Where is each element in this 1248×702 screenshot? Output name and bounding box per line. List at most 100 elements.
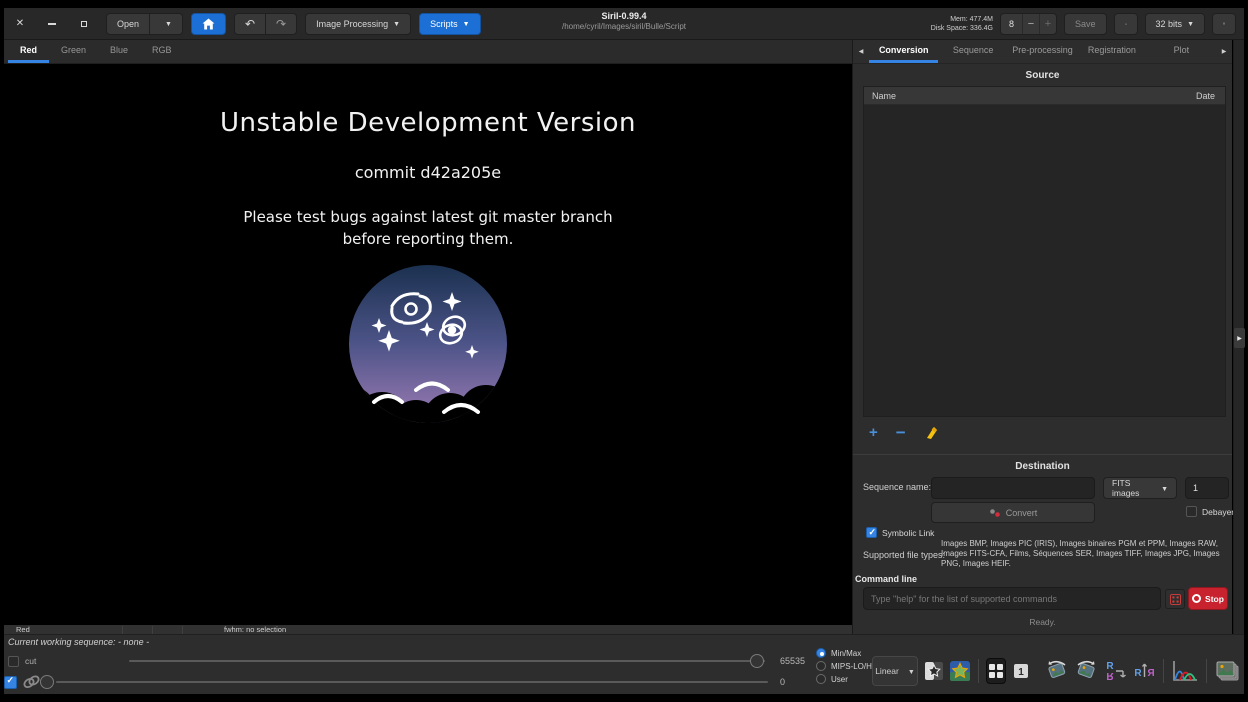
stop-button[interactable]: Stop <box>1188 587 1228 610</box>
menu-button[interactable] <box>1212 13 1236 35</box>
stop-circle-icon <box>1192 594 1201 603</box>
link-channels-icon[interactable] <box>22 674 41 690</box>
rotate-left-button[interactable] <box>1045 658 1069 684</box>
command-list-button[interactable] <box>1165 589 1185 609</box>
redo-button[interactable]: ↷ <box>266 13 297 35</box>
high-slider-handle[interactable] <box>750 654 764 668</box>
remove-files-button[interactable]: − <box>896 425 906 441</box>
flip-horizontal-button[interactable]: R R <box>1132 658 1156 684</box>
tab-blue[interactable]: Blue <box>98 40 140 63</box>
tab-green[interactable]: Green <box>49 40 98 63</box>
header-right-group: Mem: 477.4M Disk Space: 336.4G 8 − + Sav… <box>931 13 1236 35</box>
rotate-right-button[interactable] <box>1074 658 1098 684</box>
rotate-left-icon <box>1045 659 1069 683</box>
save-as-button[interactable] <box>1114 13 1138 35</box>
debayer-checkbox[interactable] <box>1186 506 1197 517</box>
radio-user-row[interactable]: User <box>816 674 848 684</box>
svg-text:1: 1 <box>1018 667 1024 678</box>
low-slider-track[interactable] <box>56 681 768 683</box>
column-date[interactable]: Date <box>1196 91 1225 101</box>
symbolic-link-checkbox[interactable] <box>866 527 877 538</box>
command-line-title: Command line <box>855 574 917 584</box>
source-list-actions: + − <box>869 423 940 443</box>
threads-decrement-button[interactable]: − <box>1022 14 1039 34</box>
radio-mips-row[interactable]: MIPS-LO/HI <box>816 661 874 671</box>
convert-button[interactable]: Convert <box>931 502 1095 523</box>
cut-checkbox[interactable] <box>8 656 19 667</box>
image-processing-button[interactable]: Image Processing ▼ <box>305 13 411 35</box>
tab-conversion[interactable]: Conversion <box>869 40 938 63</box>
chevron-right-icon: ▶ <box>1237 335 1242 342</box>
radio-minmax-row[interactable]: Min/Max <box>816 648 861 658</box>
undo-button[interactable]: ↶ <box>234 13 266 35</box>
working-sequence-text: Current working sequence: - none - <box>8 637 149 647</box>
autostretch-checkbox[interactable] <box>4 676 17 689</box>
svg-text:R: R <box>1147 668 1155 679</box>
minmax-radio[interactable] <box>816 648 826 658</box>
home-button[interactable] <box>191 13 226 35</box>
tab-sequence[interactable]: Sequence <box>938 40 1007 63</box>
tab-rgb[interactable]: RGB <box>140 40 184 63</box>
tab-plot[interactable]: Plot <box>1147 40 1216 63</box>
image-canvas[interactable]: Unstable Development Version commit d42a… <box>4 64 852 625</box>
single-view-icon: 1 <box>1013 663 1029 679</box>
bit-depth-dropdown[interactable]: 32 bits ▼ <box>1145 13 1205 35</box>
expand-panel-button[interactable]: ▶ <box>1234 328 1245 348</box>
image-list-button[interactable] <box>1214 658 1240 684</box>
unstable-version-title: Unstable Development Version <box>4 108 852 138</box>
add-files-button[interactable]: + <box>869 425 878 441</box>
tabs-scroll-left-icon[interactable]: ◀ <box>853 40 869 63</box>
maximize-icon[interactable] <box>76 16 92 32</box>
channel-tab-bar: Red Green Blue RGB <box>4 40 852 64</box>
cut-label: cut <box>25 656 36 666</box>
toolbar-separator <box>1163 659 1164 683</box>
minimize-icon[interactable] <box>44 16 60 32</box>
command-line-input[interactable] <box>863 587 1161 610</box>
save-button[interactable]: Save <box>1064 13 1107 35</box>
mips-radio[interactable] <box>816 661 826 671</box>
tab-red[interactable]: Red <box>8 40 49 63</box>
start-index-input[interactable] <box>1185 477 1229 499</box>
scripts-button[interactable]: Scripts ▼ <box>419 13 480 35</box>
test-bugs-message: Please test bugs against latest git mast… <box>4 206 852 250</box>
command-grid-icon <box>1170 594 1181 605</box>
close-icon[interactable]: ✕ <box>12 16 28 32</box>
column-name[interactable]: Name <box>864 91 1196 101</box>
tab-registration[interactable]: Registration <box>1077 40 1146 63</box>
tabs-scroll-right-icon[interactable]: ▶ <box>1216 40 1232 63</box>
siril-window: ✕ Open ▼ ↶ ↷ Image Processing ▼ Scripts … <box>0 0 1248 702</box>
low-slider-handle[interactable] <box>40 675 54 689</box>
minmax-label: Min/Max <box>831 649 861 658</box>
flip-vertical-button[interactable]: R R <box>1103 658 1127 684</box>
histogram-button[interactable] <box>1171 658 1199 684</box>
header-bar: ✕ Open ▼ ↶ ↷ Image Processing ▼ Scripts … <box>4 8 1244 40</box>
stop-label: Stop <box>1205 594 1224 604</box>
threads-spinner[interactable]: 8 − + <box>1000 13 1057 35</box>
debayer-checkbox-row[interactable]: Debayer <box>1186 506 1234 517</box>
clear-list-broom-icon[interactable] <box>924 425 940 441</box>
open-dropdown-button[interactable]: ▼ <box>150 13 183 35</box>
symbolic-link-label: Symbolic Link <box>882 528 934 538</box>
high-slider-track[interactable] <box>129 660 765 662</box>
low-cut-row <box>4 673 41 691</box>
threads-increment-button[interactable]: + <box>1039 14 1056 34</box>
low-value: 0 <box>780 677 785 687</box>
user-radio[interactable] <box>816 674 826 684</box>
output-format-dropdown[interactable]: FITS images ▼ <box>1103 477 1177 499</box>
grid-view-button[interactable] <box>986 658 1006 684</box>
sequence-name-input[interactable] <box>931 477 1095 499</box>
open-button[interactable]: Open <box>106 13 150 35</box>
photometry-toggle-button[interactable] <box>924 658 944 684</box>
undo-redo-group: ↶ ↷ <box>234 13 297 35</box>
message-line-1: Please test bugs against latest git mast… <box>4 206 852 228</box>
display-mode-dropdown[interactable]: Linear ▼ <box>872 656 918 686</box>
tab-preprocessing[interactable]: Pre-processing <box>1008 40 1077 63</box>
disk-info: Disk Space: 336.4G <box>931 24 993 33</box>
threads-value: 8 <box>1001 19 1022 29</box>
single-view-button[interactable]: 1 <box>1011 658 1031 684</box>
star-detection-icon <box>949 660 971 682</box>
window-controls: ✕ <box>12 16 92 32</box>
symbolic-link-checkbox-row[interactable]: Symbolic Link <box>866 527 934 538</box>
source-file-list[interactable]: Name Date <box>863 86 1226 417</box>
star-detection-button[interactable] <box>949 658 971 684</box>
